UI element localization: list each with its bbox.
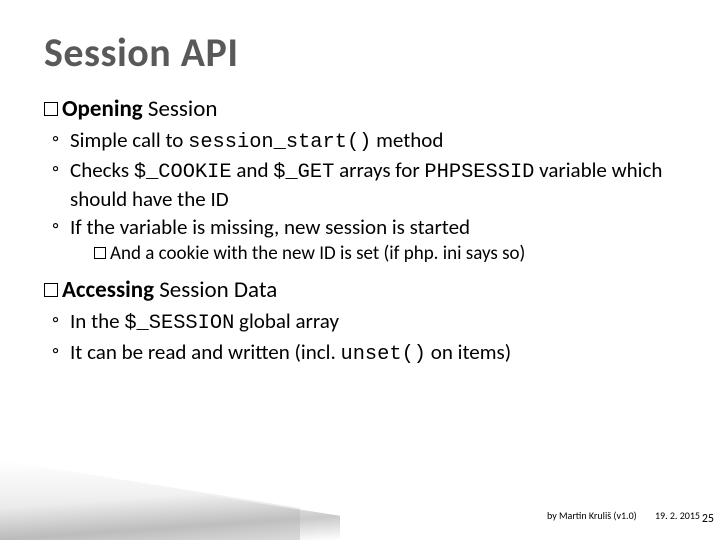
decorative-wedge bbox=[0, 430, 340, 540]
list-item: Checks $_COOKIE and $_GET arrays for PHP… bbox=[70, 157, 676, 212]
list-item: In the $_SESSION global array bbox=[70, 308, 676, 336]
code-phpsessid: PHPSESSID bbox=[424, 161, 534, 184]
section-heading-accessing: Accessing Session Data bbox=[44, 276, 676, 304]
code-session-start: session_start() bbox=[188, 131, 371, 154]
code-session-array: $_SESSION bbox=[124, 312, 234, 335]
square-bullet-icon bbox=[94, 247, 106, 259]
footer-author: by Martin Kruliš (v1.0) bbox=[547, 509, 637, 522]
decorative-wedge bbox=[0, 460, 300, 540]
list-item: It can be read and written (incl. unset(… bbox=[70, 339, 676, 367]
square-bullet-icon bbox=[44, 102, 58, 116]
bullet-list-opening: Simple call to session_start() method Ch… bbox=[44, 127, 676, 266]
footer: by Martin Kruliš (v1.0) 19. 2. 2015 bbox=[547, 509, 700, 522]
square-bullet-icon bbox=[44, 283, 58, 297]
bullet-list-accessing: In the $_SESSION global array It can be … bbox=[44, 308, 676, 367]
code-get: $_GET bbox=[273, 161, 334, 184]
section-heading-opening: Opening Session bbox=[44, 95, 676, 123]
list-item: If the variable is missing, new session … bbox=[70, 214, 676, 266]
code-cookie: $_COOKIE bbox=[134, 161, 232, 184]
footer-date: 19. 2. 2015 bbox=[655, 509, 700, 522]
slide: Session API Opening Session Simple call … bbox=[0, 0, 720, 540]
page-number: 25 bbox=[702, 512, 714, 526]
code-unset: unset() bbox=[341, 343, 427, 366]
slide-title: Session API bbox=[44, 28, 676, 77]
sub-list: And a cookie with the new ID is set (if … bbox=[70, 242, 676, 266]
sub-list-item: And a cookie with the new ID is set (if … bbox=[94, 242, 676, 266]
list-item: Simple call to session_start() method bbox=[70, 127, 676, 155]
